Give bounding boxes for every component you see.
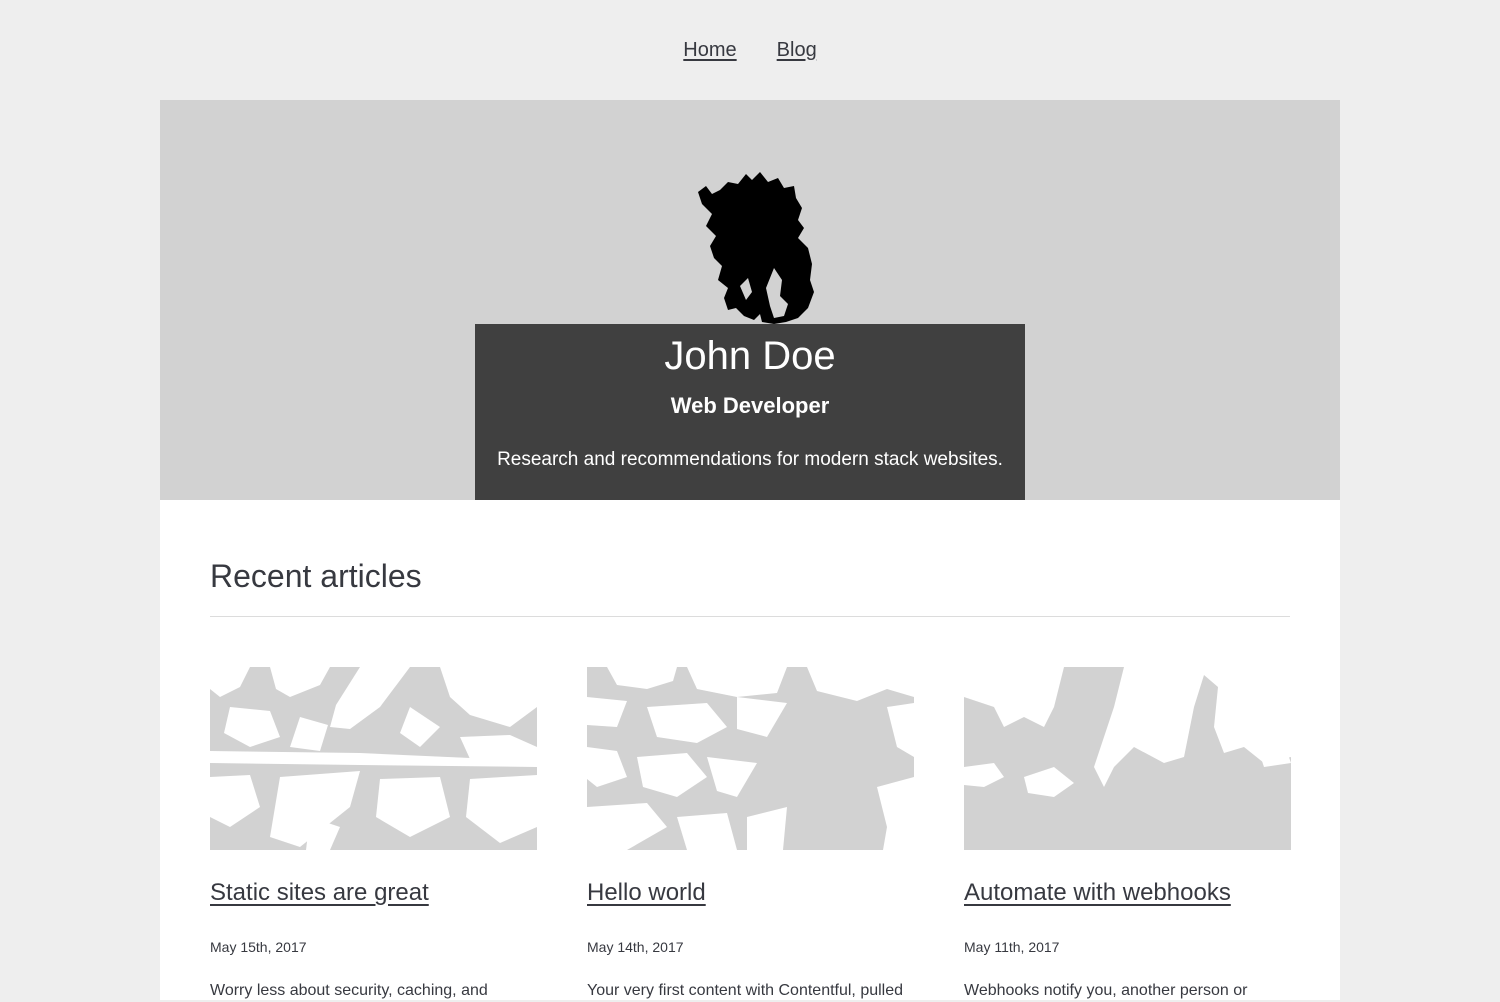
main-container: John Doe Web Developer Research and reco… bbox=[160, 100, 1340, 1000]
hero-description: Research and recommendations for modern … bbox=[497, 449, 1003, 470]
article-title-link[interactable]: Hello world bbox=[587, 878, 914, 908]
article-list: Static sites are great May 15th, 2017 Wo… bbox=[210, 667, 1291, 1002]
section-divider bbox=[210, 616, 1290, 617]
top-navigation: Home Blog bbox=[0, 0, 1500, 100]
recent-articles-section: Recent articles Static sites are great M… bbox=[210, 500, 1291, 1002]
article-excerpt: Your very first content with Contentful,… bbox=[587, 982, 904, 999]
article-thumbnail-image[interactable] bbox=[587, 667, 914, 850]
nav-link-blog[interactable]: Blog bbox=[777, 39, 817, 62]
section-title: Recent articles bbox=[210, 558, 422, 594]
article-title-link[interactable]: Automate with webhooks bbox=[964, 878, 1291, 908]
article-thumbnail-image[interactable] bbox=[210, 667, 537, 850]
article-thumbnail-image[interactable] bbox=[964, 667, 1291, 850]
article-date: May 15th, 2017 bbox=[210, 939, 307, 955]
hero-info-box: John Doe Web Developer Research and reco… bbox=[475, 324, 1025, 500]
hero-name: John Doe bbox=[664, 334, 836, 378]
article-card: Hello world May 14th, 2017 Your very fir… bbox=[587, 667, 914, 1002]
hero-job-title: Web Developer bbox=[670, 393, 830, 418]
nav-link-home[interactable]: Home bbox=[683, 39, 736, 62]
article-card: Automate with webhooks May 11th, 2017 We… bbox=[964, 667, 1291, 1002]
article-date: May 11th, 2017 bbox=[964, 939, 1060, 955]
article-excerpt: Webhooks notify you, another person or bbox=[964, 982, 1248, 999]
hero-banner: John Doe Web Developer Research and reco… bbox=[160, 100, 1340, 500]
article-excerpt: Worry less about security, caching, and bbox=[210, 982, 488, 999]
fire-silhouette-icon bbox=[698, 172, 814, 324]
article-title-link[interactable]: Static sites are great bbox=[210, 878, 537, 908]
article-card: Static sites are great May 15th, 2017 Wo… bbox=[210, 667, 537, 1002]
article-date: May 14th, 2017 bbox=[587, 939, 684, 955]
